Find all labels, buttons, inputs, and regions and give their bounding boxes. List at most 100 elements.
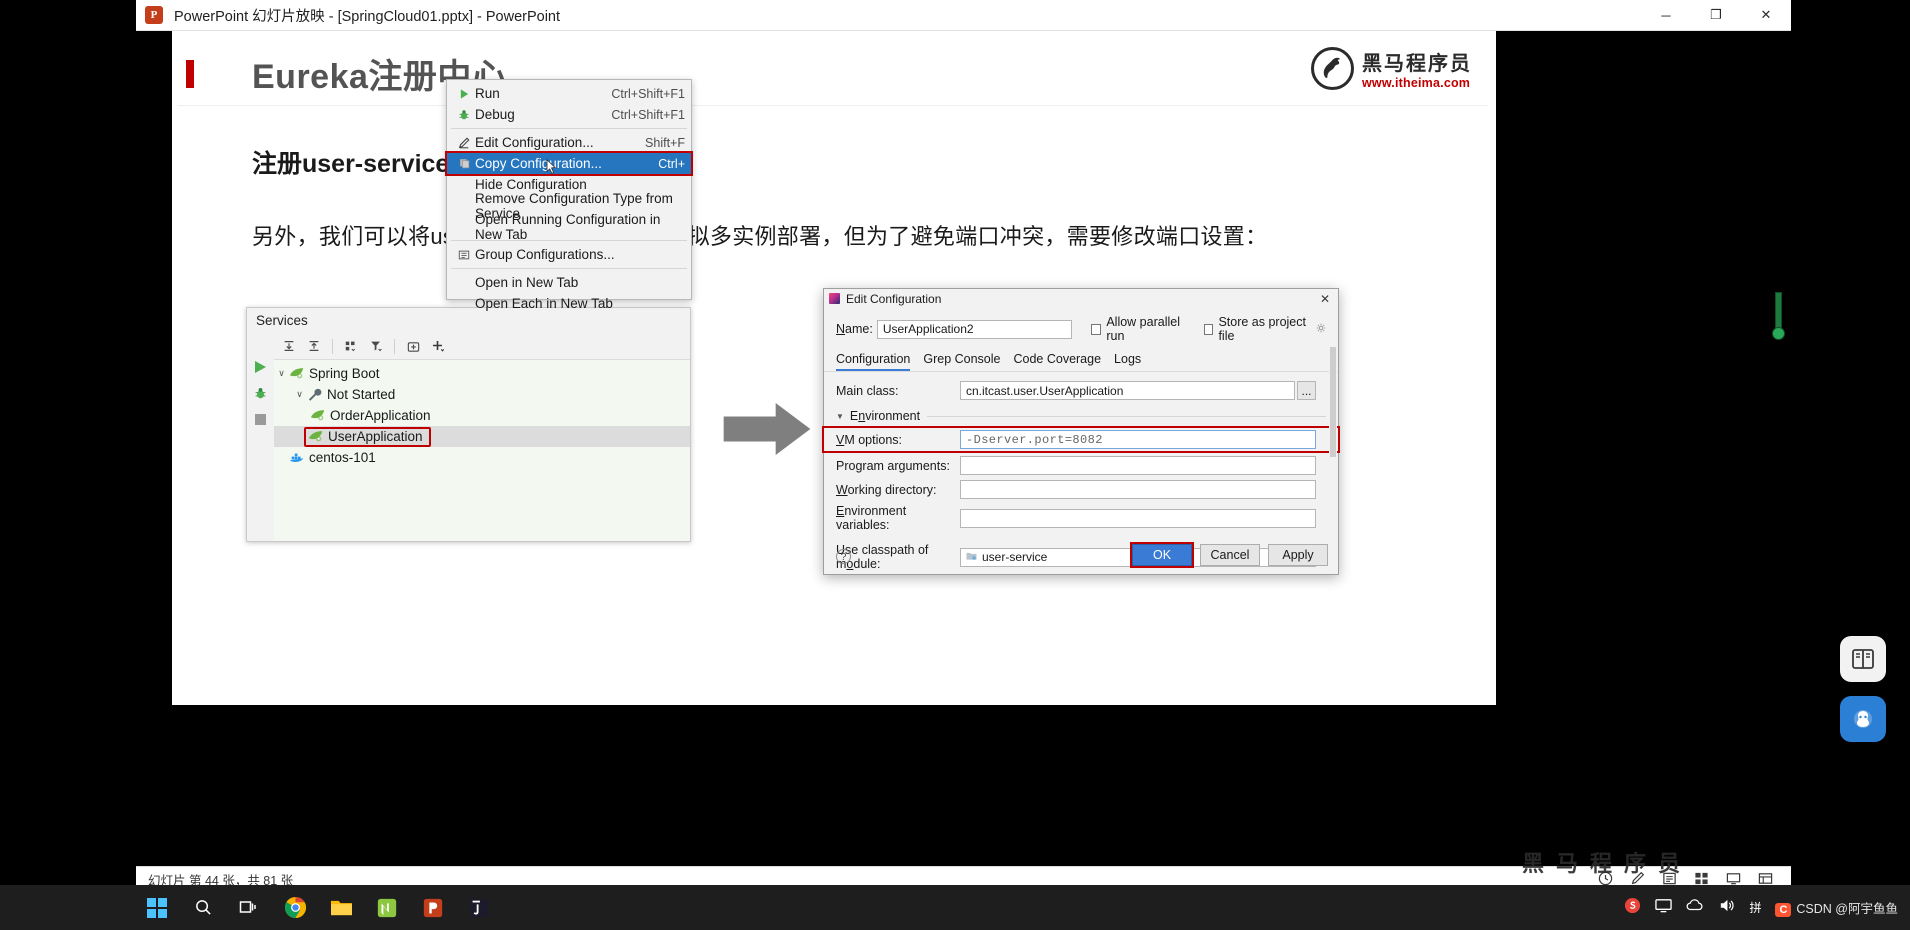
filter-icon[interactable] (365, 336, 387, 356)
menu-item-open-running-configuration[interactable]: Open Running Configuration in New Tab (447, 212, 691, 242)
explorer-icon[interactable] (318, 885, 364, 930)
tree-row-not-started[interactable]: ∨ Not Started (274, 384, 690, 405)
powerpoint-icon[interactable] (410, 885, 456, 930)
services-main: ∨ Spring Boot ∨ Not Started OrderApplica… (274, 333, 690, 541)
menu-item-run[interactable]: Run Ctrl+Shift+F1 (447, 83, 691, 104)
debug-icon (453, 109, 475, 121)
tree-label: Not Started (327, 387, 396, 402)
chevron-down-icon[interactable]: ∨ (292, 389, 307, 400)
tab-code-coverage[interactable]: Code Coverage (1013, 352, 1101, 371)
notepadpp-icon[interactable] (364, 885, 410, 930)
toolbar-separator-2 (394, 338, 395, 354)
environment-label: Environment (849, 409, 921, 423)
window-title: PowerPoint 幻灯片放映 - [SpringCloud01.pptx] … (174, 8, 561, 25)
menu-item-label: Open in New Tab (475, 275, 579, 290)
tree-row-orderapplication[interactable]: OrderApplication (274, 405, 690, 426)
menu-item-label: Copy Configuration... (475, 156, 602, 171)
minimize-icon[interactable]: ─ (1641, 0, 1691, 30)
maximize-icon[interactable]: ❐ (1691, 0, 1741, 30)
store-as-project-file-label: Store as project file (1218, 315, 1306, 343)
help-icon[interactable]: ? (836, 549, 851, 564)
tree-label: OrderApplication (330, 408, 431, 423)
run-icon (453, 88, 475, 100)
slide-canvas: Eureka注册中心 黑马程序员 www.itheima.com 注册user-… (172, 31, 1496, 705)
run-icon[interactable] (255, 361, 266, 373)
tree-row-userapplication[interactable]: UserApplication (274, 426, 690, 447)
services-gutter (247, 333, 274, 541)
environment-variables-label: Environment variables: (836, 504, 907, 532)
progress-bulb (1772, 327, 1785, 340)
ime-indicator[interactable]: 拼 (1749, 899, 1761, 916)
program-arguments-input[interactable] (960, 456, 1316, 475)
tab-logs[interactable]: Logs (1114, 352, 1141, 371)
menu-item-open-in-new-tab[interactable]: Open in New Tab (447, 272, 691, 293)
menu-separator-3 (451, 268, 687, 269)
tree-row-spring-boot[interactable]: ∨ Spring Boot (274, 363, 690, 384)
screen-icon[interactable] (1655, 897, 1673, 919)
main-class-browse-button[interactable]: ... (1297, 381, 1316, 400)
spring-leaf-icon (289, 367, 305, 380)
apply-button[interactable]: Apply (1268, 544, 1328, 566)
working-directory-label: Working directory: (836, 482, 937, 497)
environment-variables-input[interactable] (960, 508, 1316, 528)
group-icon (453, 249, 475, 261)
tree-label: UserApplication (328, 429, 423, 444)
task-view-icon[interactable] (226, 885, 272, 930)
progress-tube (1775, 292, 1782, 330)
ai-assistant-icon[interactable] (1840, 696, 1886, 742)
menu-item-debug[interactable]: Debug Ctrl+Shift+F1 (447, 104, 691, 125)
menu-item-label: Edit Configuration... (475, 135, 594, 150)
expand-all-icon[interactable] (278, 336, 300, 356)
menu-item-copy-configuration[interactable]: Copy Configuration... Ctrl+ (445, 151, 693, 176)
brand-text: 黑马程序员 www.itheima.com (1362, 47, 1472, 90)
tree-row-centos-101[interactable]: centos-101 (274, 447, 690, 468)
pencil-icon (453, 137, 475, 149)
stop-icon[interactable] (255, 414, 266, 425)
tab-grep-console[interactable]: Grep Console (923, 352, 1000, 371)
allow-parallel-run-checkbox[interactable] (1091, 323, 1102, 335)
close-icon[interactable]: ✕ (1741, 0, 1791, 30)
cloud-icon[interactable] (1686, 898, 1704, 918)
environment-section-header[interactable]: ▼ Environment (824, 409, 1338, 423)
start-icon[interactable] (134, 885, 180, 930)
menu-item-group-configurations[interactable]: Group Configurations... (447, 244, 691, 265)
taskbar-apps (134, 885, 502, 930)
menu-item-open-each-in-new-tab[interactable]: Open Each in New Tab (447, 293, 691, 314)
menu-item-edit-configuration[interactable]: Edit Configuration... Shift+F (447, 132, 691, 153)
vm-options-input[interactable]: -Dserver.port=8082 (960, 430, 1316, 449)
idea-icon (829, 293, 840, 304)
ok-button[interactable]: OK (1130, 542, 1194, 568)
title-divider (178, 105, 1488, 106)
collapse-all-icon[interactable] (303, 336, 325, 356)
tab-configuration[interactable]: Configuration (836, 352, 911, 371)
brand-url: www.itheima.com (1362, 76, 1471, 90)
cancel-button[interactable]: Cancel (1200, 544, 1260, 566)
idea-icon[interactable] (456, 885, 502, 930)
chrome-icon[interactable] (272, 885, 318, 930)
csdn-watermark-text: CSDN @阿宇鱼鱼 (1796, 902, 1898, 916)
plus-icon[interactable] (427, 336, 449, 356)
dialog-scrollbar[interactable] (1329, 347, 1337, 547)
search-icon[interactable] (180, 885, 226, 930)
book-icon[interactable] (1840, 636, 1886, 682)
store-as-project-file-checkbox[interactable] (1203, 323, 1214, 335)
debug-icon[interactable] (254, 387, 267, 400)
vm-options-label: VM options: (836, 432, 903, 447)
working-directory-input[interactable] (960, 480, 1316, 499)
classpath-label: Use classpath of module: (836, 543, 929, 571)
menu-separator (451, 128, 687, 129)
name-row: Name: UserApplication2 Allow parallel ru… (824, 315, 1338, 343)
main-class-input[interactable]: cn.itcast.user.UserApplication (960, 381, 1295, 400)
name-input[interactable]: UserApplication2 (876, 319, 1073, 339)
s-icon[interactable] (1624, 897, 1641, 919)
chevron-down-icon[interactable]: ▼ (836, 412, 844, 421)
dialog-titlebar: Edit Configuration ✕ (824, 289, 1338, 308)
dialog-close-icon[interactable]: ✕ (1317, 292, 1333, 306)
volume-icon[interactable] (1718, 897, 1735, 919)
chevron-down-icon[interactable]: ∨ (274, 368, 289, 379)
add-tab-icon[interactable] (402, 336, 424, 356)
project-file-gear-icon[interactable] (1316, 322, 1326, 336)
menu-item-label: Group Configurations... (475, 247, 615, 262)
name-label: Name: (836, 322, 873, 336)
group-icon[interactable] (340, 336, 362, 356)
